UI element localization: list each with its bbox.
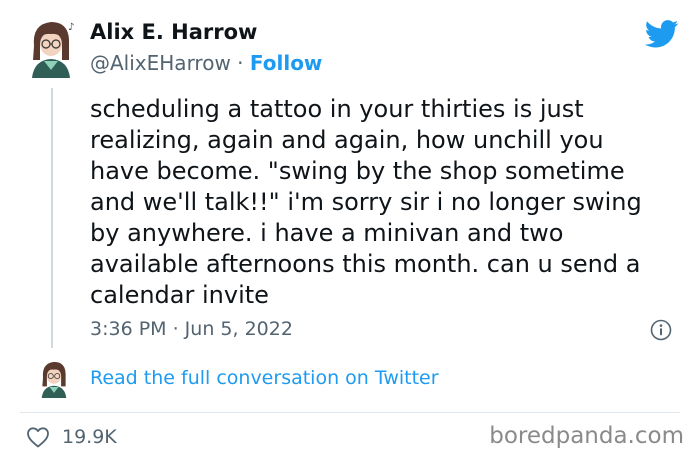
author-handle[interactable]: @AlixEHarrow — [90, 51, 231, 75]
tweet-text: scheduling a tattoo in your thirties is … — [90, 95, 642, 309]
heart-icon[interactable] — [26, 426, 50, 448]
svg-text:♪: ♪ — [68, 22, 74, 33]
divider — [20, 412, 680, 413]
like-button[interactable]: 19.9K — [26, 424, 117, 450]
like-count: 19.9K — [62, 426, 117, 448]
follow-button[interactable]: Follow — [250, 51, 323, 75]
twitter-bird-icon[interactable] — [645, 20, 679, 48]
watermark: boredpanda.com — [489, 423, 684, 449]
author-avatar-small[interactable] — [34, 358, 74, 398]
tweet-card: ♪ Alix E. Harrow @AlixEHarrow · Follow s… — [0, 0, 700, 461]
tweet-timestamp[interactable]: 3:36 PM · Jun 5, 2022 — [90, 318, 293, 340]
read-conversation-link[interactable]: Read the full conversation on Twitter — [90, 367, 439, 389]
handle-row: @AlixEHarrow · Follow — [90, 51, 322, 75]
handle-separator: · — [237, 51, 244, 75]
info-icon[interactable] — [650, 319, 672, 341]
author-name[interactable]: Alix E. Harrow — [90, 20, 257, 44]
thread-line — [51, 88, 53, 348]
author-avatar[interactable]: ♪ — [22, 16, 80, 78]
